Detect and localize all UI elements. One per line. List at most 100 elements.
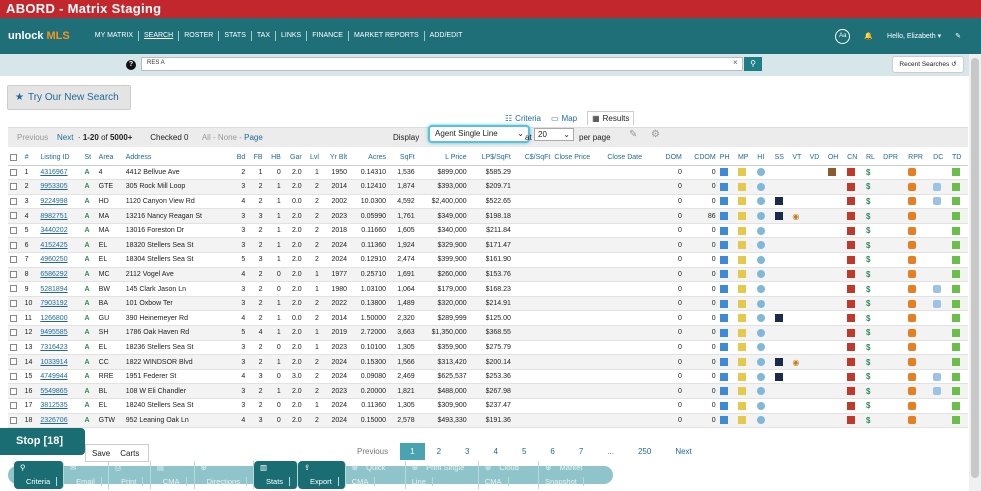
action-email[interactable]: ✉ Email: [64, 461, 109, 489]
rpr-icon[interactable]: [908, 343, 917, 352]
tax-icon[interactable]: [951, 358, 960, 367]
pager-page-7[interactable]: 7: [567, 447, 595, 456]
select-page-link[interactable]: Page: [244, 133, 263, 142]
row-checkbox[interactable]: [10, 329, 17, 337]
showing-icon[interactable]: [774, 372, 783, 381]
carts-button[interactable]: Carts: [120, 449, 139, 458]
column-header[interactable]: Area: [96, 150, 124, 166]
dollar-icon[interactable]: $: [866, 197, 870, 206]
table-row[interactable]: 11 1266800 A GU 390 Heinemeyer Rd 4 2 1 0.0 2 2014…: [8, 310, 968, 327]
cell-id[interactable]: 3812535: [38, 398, 83, 414]
row-checkbox[interactable]: [10, 343, 17, 351]
map-icon[interactable]: [737, 401, 746, 410]
action-print[interactable]: ⎙ Print: [109, 461, 151, 489]
display-select[interactable]: Agent Single Line ⌄: [428, 125, 530, 143]
row-checkbox[interactable]: [10, 183, 17, 191]
row-checkbox-cell[interactable]: [8, 208, 23, 224]
next-link[interactable]: Next: [57, 133, 73, 142]
table-row[interactable]: 13 7316423 A EL 18236 Stellers Sea St 3 2 0 2.0 1…: [8, 340, 968, 356]
history-icon[interactable]: [757, 387, 766, 396]
map-icon[interactable]: [737, 387, 746, 396]
tax-icon[interactable]: [951, 372, 960, 381]
row-checkbox[interactable]: [10, 416, 17, 424]
photo-icon[interactable]: [719, 270, 728, 279]
rpr-icon[interactable]: [908, 401, 917, 410]
concierge-icon[interactable]: [847, 197, 856, 206]
nav-roster[interactable]: ROSTER: [178, 31, 218, 41]
map-icon[interactable]: [737, 343, 746, 352]
history-icon[interactable]: [757, 182, 766, 191]
showing-icon[interactable]: [774, 197, 783, 206]
cell-id[interactable]: 4152425: [38, 237, 83, 254]
scrollbar-thumb[interactable]: [971, 58, 979, 478]
table-row[interactable]: 4 8982751 A MA 13216 Nancy Reagan St 3 3 1 2.0 2 2…: [8, 208, 968, 224]
tax-icon[interactable]: [951, 343, 960, 352]
try-new-search-button[interactable]: ★ Try Our New Search: [7, 85, 131, 110]
photo-icon[interactable]: [719, 416, 728, 425]
document-icon[interactable]: [933, 387, 942, 396]
column-header[interactable]: SqFt: [388, 150, 417, 166]
pager-next[interactable]: Next: [663, 447, 703, 456]
row-checkbox-cell[interactable]: [8, 413, 23, 429]
cell-id[interactable]: 9495585: [38, 325, 83, 341]
pager-page-4[interactable]: 4: [481, 447, 509, 456]
map-icon[interactable]: [737, 285, 746, 294]
rpr-icon[interactable]: [908, 270, 917, 279]
action-criteria[interactable]: ⚲ Criteria: [14, 461, 65, 489]
history-icon[interactable]: [757, 299, 766, 308]
recent-searches-button[interactable]: Recent Searches ↺: [892, 56, 964, 73]
page-scrollbar[interactable]: [969, 54, 981, 491]
column-header[interactable]: Yr Blt: [320, 150, 350, 166]
cell-id[interactable]: 7316423: [38, 340, 83, 356]
photo-icon[interactable]: [719, 182, 728, 191]
pager-page-5[interactable]: 5: [510, 447, 538, 456]
dollar-icon[interactable]: $: [866, 387, 870, 396]
tax-icon[interactable]: [951, 241, 960, 250]
rpr-icon[interactable]: [908, 328, 917, 337]
concierge-icon[interactable]: [847, 212, 856, 221]
concierge-icon[interactable]: [847, 168, 856, 177]
column-header[interactable]: C$/SqFt: [512, 150, 553, 166]
photo-icon[interactable]: [719, 255, 728, 264]
rpr-icon[interactable]: [908, 182, 917, 191]
document-icon[interactable]: [933, 182, 942, 191]
previous-link[interactable]: Previous: [17, 133, 48, 142]
dollar-icon[interactable]: $: [866, 270, 870, 279]
dollar-icon[interactable]: $: [866, 168, 870, 177]
column-header[interactable]: VD: [807, 150, 826, 166]
row-checkbox[interactable]: [10, 314, 17, 322]
cell-id[interactable]: 8982751: [38, 208, 83, 224]
row-checkbox[interactable]: [10, 227, 17, 234]
map-icon[interactable]: [737, 358, 746, 367]
pager-last[interactable]: 250: [626, 447, 663, 456]
user-menu[interactable]: Hello, Elizabeth ▾: [887, 32, 941, 40]
dollar-icon[interactable]: $: [866, 401, 870, 410]
table-row[interactable]: 5 3440202 A MA 13016 Foreston Dr 3 2 1 2.0 2 2018 0…: [8, 223, 968, 239]
rpr-icon[interactable]: [908, 387, 917, 396]
rpr-icon[interactable]: [908, 197, 917, 206]
concierge-icon[interactable]: [847, 226, 856, 235]
photo-icon[interactable]: [719, 328, 728, 337]
row-checkbox-cell[interactable]: [8, 194, 23, 210]
table-row[interactable]: 9 5281894 A BW 145 Clark Jason Ln 3 2 0 2.0 1 1980…: [8, 281, 968, 297]
history-icon[interactable]: [757, 255, 766, 264]
column-header[interactable]: RPR: [906, 150, 932, 166]
concierge-icon[interactable]: [847, 387, 856, 396]
tax-icon[interactable]: [951, 270, 960, 279]
dollar-icon[interactable]: $: [866, 255, 870, 264]
row-checkbox[interactable]: [10, 256, 17, 264]
action-market-snapshot[interactable]: ⊕ Market Snapshot: [539, 461, 613, 489]
edit-icon[interactable]: ✎: [629, 129, 637, 140]
column-header[interactable]: MP: [735, 150, 756, 166]
map-icon[interactable]: [737, 255, 746, 264]
map-icon[interactable]: [737, 328, 746, 337]
column-header[interactable]: FB: [247, 150, 265, 166]
concierge-icon[interactable]: [847, 255, 856, 264]
rpr-icon[interactable]: [908, 168, 917, 177]
action-directions[interactable]: ⊕ Directions: [195, 461, 254, 489]
history-icon[interactable]: [757, 241, 766, 250]
showing-icon[interactable]: [774, 212, 783, 221]
select-none-link[interactable]: None: [218, 133, 237, 142]
column-header[interactable]: #: [22, 150, 39, 166]
map-icon[interactable]: [737, 197, 746, 206]
